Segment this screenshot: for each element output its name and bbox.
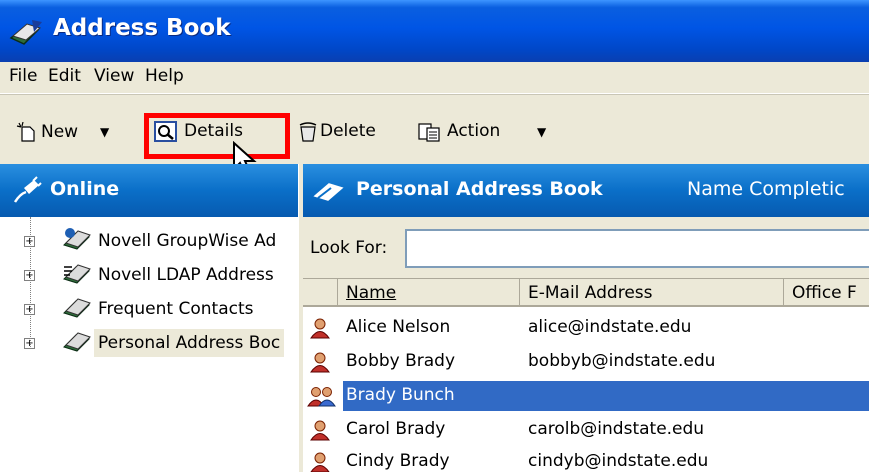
toolbar: New ▼ Details Delete Action ▼ [0,94,869,164]
menu-bar: File Edit View Help [0,62,869,94]
contact-name: Bobby Brady [346,351,456,371]
address-book-icon [313,176,345,209]
contact-name: Cindy Brady [346,451,450,471]
contact-icon [308,451,332,472]
contact-name: Carol Brady [346,419,446,439]
column-icon[interactable] [303,279,338,307]
new-button[interactable]: New ▼ [16,119,112,147]
address-book-tree: + Novell GroupWise Ad + Novell LDAP Addr… [0,217,298,472]
delete-label: Delete [320,121,376,141]
name-completion-label[interactable]: Name Completic [687,178,845,200]
contact-email: alice@indstate.edu [528,317,692,337]
online-pane-header: Online [0,164,298,217]
tree-item-personal-address-book[interactable]: + Personal Address Boc [0,327,298,361]
contact-row-carol[interactable]: Carol Brady carolb@indstate.edu [303,414,869,446]
action-button[interactable]: Action ▼ [417,119,557,147]
menu-file[interactable]: File [9,66,37,86]
contact-icon [308,419,332,446]
tree-item-label: Frequent Contacts [98,299,254,319]
column-office-label: Office F [792,283,857,303]
menu-help[interactable]: Help [145,66,184,86]
highlight-box [144,113,290,159]
tree-connector [30,217,31,347]
address-book-pane-header: Personal Address Book Name Completic [303,164,869,217]
tree-item-ldap[interactable]: + Novell LDAP Address [0,259,298,293]
tree-item-label: Novell GroupWise Ad [98,231,277,251]
column-office-phone[interactable]: Office F [784,279,869,307]
tree-item-label: Novell LDAP Address [98,265,274,285]
groupwise-book-icon [62,227,92,258]
plug-icon [12,176,42,209]
address-book-icon [62,295,92,326]
ldap-book-icon [62,261,92,292]
column-email-label: E-Mail Address [528,283,653,303]
action-label: Action [447,121,501,141]
chevron-down-icon[interactable]: ▼ [100,125,109,139]
contact-row-cindy[interactable]: Cindy Brady cindyb@indstate.edu [303,446,869,472]
menu-view[interactable]: View [94,66,134,86]
selection-highlight: Brady Bunch [343,381,869,411]
contact-icon [308,351,332,378]
contact-name: Brady Bunch [346,385,455,405]
contact-icon [308,317,332,344]
trash-icon [297,121,319,148]
tree-item-groupwise[interactable]: + Novell GroupWise Ad [0,225,298,259]
tree-item-frequent-contacts[interactable]: + Frequent Contacts [0,293,298,327]
menu-edit[interactable]: Edit [48,66,81,86]
contact-email: bobbyb@indstate.edu [528,351,716,371]
delete-button[interactable]: Delete [297,119,392,147]
column-name-label: Name [346,283,397,303]
contact-row-bobby[interactable]: Bobby Brady bobbyb@indstate.edu [303,346,869,378]
personal-address-book-title: Personal Address Book [356,178,603,200]
contact-row-brady-bunch[interactable]: Brady Bunch [303,380,869,412]
online-header-label: Online [50,178,120,200]
tree-item-label: Personal Address Boc [94,329,285,357]
new-item-icon [16,121,38,147]
column-email[interactable]: E-Mail Address [520,279,784,307]
chevron-down-icon[interactable]: ▼ [537,125,546,139]
column-name[interactable]: Name [338,279,520,307]
look-for-label: Look For: [310,238,388,258]
window-title: Address Book [53,15,231,41]
title-bar: Address Book [0,0,869,62]
action-icon [417,121,441,148]
contact-row-alice[interactable]: Alice Nelson alice@indstate.edu [303,312,869,344]
new-label: New [41,122,79,142]
address-book-icon [62,329,92,360]
address-book-icon [8,18,44,48]
look-for-input[interactable] [405,229,869,268]
group-icon [307,385,337,412]
contact-name: Alice Nelson [346,317,451,337]
contact-email: carolb@indstate.edu [528,419,705,439]
contact-email: cindyb@indstate.edu [528,451,709,471]
